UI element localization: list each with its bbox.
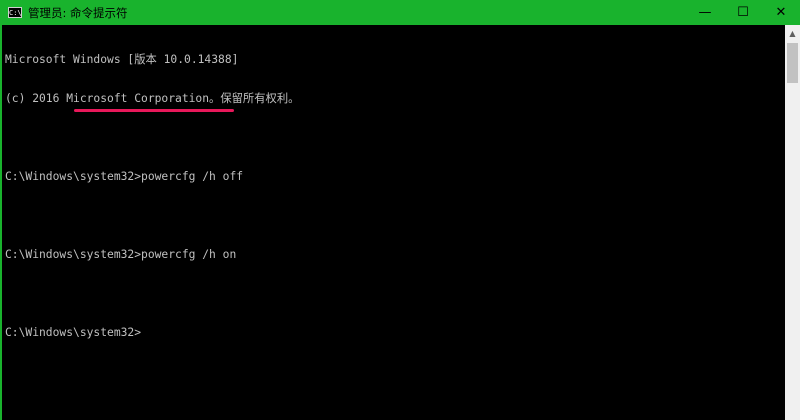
window-border (0, 25, 2, 420)
console-line: C:\Windows\system32>powercfg /h on (5, 248, 237, 261)
cmd-icon[interactable]: C:\ (8, 7, 22, 18)
window-title: 管理员: 命令提示符 (28, 5, 128, 20)
console-output[interactable]: Microsoft Windows [版本 10.0.14388] (c) 20… (5, 27, 785, 417)
vertical-scrollbar[interactable]: ▲ (785, 25, 800, 420)
close-button[interactable]: ✕ (762, 0, 800, 25)
console-prompt: C:\Windows\system32> (5, 326, 142, 339)
caption-buttons: — ☐ ✕ (686, 0, 800, 25)
scrollbar-thumb[interactable] (787, 43, 798, 83)
minimize-button[interactable]: — (686, 0, 724, 25)
title-bar[interactable]: C:\ 管理员: 命令提示符 — ☐ ✕ (0, 0, 800, 25)
maximize-button[interactable]: ☐ (724, 0, 762, 25)
chevron-up-icon[interactable]: ▲ (785, 25, 800, 42)
console-line: C:\Windows\system32>powercfg /h off (5, 170, 244, 183)
console-line: Microsoft Windows [版本 10.0.14388] (5, 53, 239, 66)
annotation-underline (74, 109, 234, 112)
command-prompt-window: C:\ 管理员: 命令提示符 — ☐ ✕ Microsoft Windows [… (0, 0, 800, 420)
console-line: (c) 2016 Microsoft Corporation。保留所有权利。 (5, 92, 300, 105)
